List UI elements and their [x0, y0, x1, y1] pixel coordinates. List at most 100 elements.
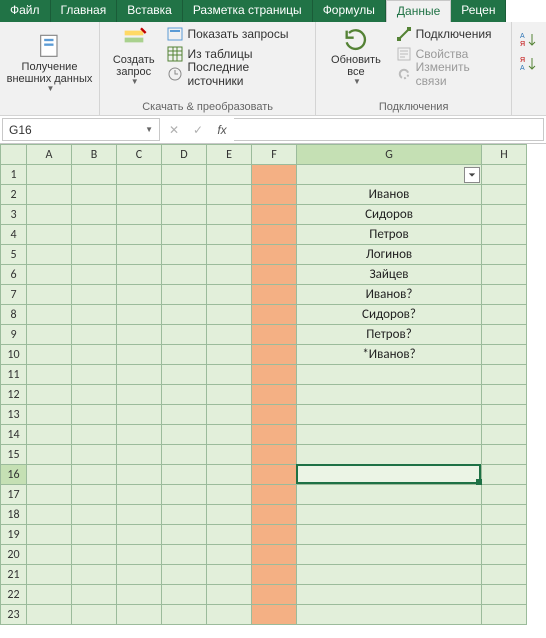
cell-F7[interactable]: [252, 285, 297, 305]
cell-H20[interactable]: [482, 545, 527, 565]
cell-D21[interactable]: [162, 565, 207, 585]
cell-G8[interactable]: Сидоров?: [297, 305, 482, 325]
row-header-13[interactable]: 13: [1, 405, 27, 425]
cell-F23[interactable]: [252, 605, 297, 625]
column-header-E[interactable]: E: [207, 145, 252, 165]
cell-E8[interactable]: [207, 305, 252, 325]
cell-E12[interactable]: [207, 385, 252, 405]
cell-F18[interactable]: [252, 505, 297, 525]
cell-G6[interactable]: Зайцев: [297, 265, 482, 285]
cell-B20[interactable]: [72, 545, 117, 565]
cell-H11[interactable]: [482, 365, 527, 385]
cell-E14[interactable]: [207, 425, 252, 445]
cell-G14[interactable]: [297, 425, 482, 445]
cell-E21[interactable]: [207, 565, 252, 585]
cell-C10[interactable]: [117, 345, 162, 365]
filter-dropdown-button[interactable]: [464, 167, 480, 183]
cell-E19[interactable]: [207, 525, 252, 545]
cell-E10[interactable]: [207, 345, 252, 365]
cell-D22[interactable]: [162, 585, 207, 605]
cell-A22[interactable]: [27, 585, 72, 605]
cell-F14[interactable]: [252, 425, 297, 445]
cell-D2[interactable]: [162, 185, 207, 205]
tab-page-layout[interactable]: Разметка страницы: [183, 0, 313, 22]
row-header-14[interactable]: 14: [1, 425, 27, 445]
cell-H22[interactable]: [482, 585, 527, 605]
sort-za-button[interactable]: ЯA: [520, 52, 538, 76]
cell-H8[interactable]: [482, 305, 527, 325]
cell-F19[interactable]: [252, 525, 297, 545]
cell-B12[interactable]: [72, 385, 117, 405]
row-header-12[interactable]: 12: [1, 385, 27, 405]
cell-E2[interactable]: [207, 185, 252, 205]
cell-B8[interactable]: [72, 305, 117, 325]
row-header-11[interactable]: 11: [1, 365, 27, 385]
row-header-19[interactable]: 19: [1, 525, 27, 545]
cell-C16[interactable]: [117, 465, 162, 485]
column-header-H[interactable]: H: [482, 145, 527, 165]
cell-D19[interactable]: [162, 525, 207, 545]
cell-G15[interactable]: [297, 445, 482, 465]
cell-F9[interactable]: [252, 325, 297, 345]
tab-file[interactable]: Файл: [0, 0, 51, 22]
cell-A10[interactable]: [27, 345, 72, 365]
cell-H10[interactable]: [482, 345, 527, 365]
cell-B23[interactable]: [72, 605, 117, 625]
cell-F8[interactable]: [252, 305, 297, 325]
cell-C21[interactable]: [117, 565, 162, 585]
cell-A8[interactable]: [27, 305, 72, 325]
cell-C14[interactable]: [117, 425, 162, 445]
cell-D23[interactable]: [162, 605, 207, 625]
tab-home[interactable]: Главная: [51, 0, 118, 22]
column-header-G[interactable]: G: [297, 145, 482, 165]
cell-G2[interactable]: Иванов: [297, 185, 482, 205]
cell-F15[interactable]: [252, 445, 297, 465]
row-header-10[interactable]: 10: [1, 345, 27, 365]
cell-B19[interactable]: [72, 525, 117, 545]
row-header-5[interactable]: 5: [1, 245, 27, 265]
cell-D4[interactable]: [162, 225, 207, 245]
cell-D11[interactable]: [162, 365, 207, 385]
cell-A6[interactable]: [27, 265, 72, 285]
cell-H14[interactable]: [482, 425, 527, 445]
cell-A7[interactable]: [27, 285, 72, 305]
cell-A1[interactable]: [27, 165, 72, 185]
cell-A3[interactable]: [27, 205, 72, 225]
cell-E1[interactable]: [207, 165, 252, 185]
cell-G16[interactable]: [297, 465, 482, 485]
row-header-2[interactable]: 2: [1, 185, 27, 205]
cell-A9[interactable]: [27, 325, 72, 345]
name-box[interactable]: G16 ▼: [2, 118, 160, 141]
cell-E13[interactable]: [207, 405, 252, 425]
cell-D14[interactable]: [162, 425, 207, 445]
cell-H6[interactable]: [482, 265, 527, 285]
cell-C6[interactable]: [117, 265, 162, 285]
cell-G4[interactable]: Петров: [297, 225, 482, 245]
cell-B22[interactable]: [72, 585, 117, 605]
cell-F12[interactable]: [252, 385, 297, 405]
cell-C20[interactable]: [117, 545, 162, 565]
row-header-16[interactable]: 16: [1, 465, 27, 485]
cell-G9[interactable]: Петров?: [297, 325, 482, 345]
cell-D1[interactable]: [162, 165, 207, 185]
new-query-button[interactable]: Создать запрос ▼: [104, 24, 163, 87]
cell-C23[interactable]: [117, 605, 162, 625]
cell-B18[interactable]: [72, 505, 117, 525]
cell-A17[interactable]: [27, 485, 72, 505]
column-header-B[interactable]: B: [72, 145, 117, 165]
cell-D13[interactable]: [162, 405, 207, 425]
cell-E20[interactable]: [207, 545, 252, 565]
worksheet-grid[interactable]: ABCDEFGH12Иванов3Сидоров4Петров5Логинов6…: [0, 144, 546, 625]
column-header-F[interactable]: F: [252, 145, 297, 165]
cell-H15[interactable]: [482, 445, 527, 465]
cell-E6[interactable]: [207, 265, 252, 285]
cell-H5[interactable]: [482, 245, 527, 265]
cell-D12[interactable]: [162, 385, 207, 405]
cell-E4[interactable]: [207, 225, 252, 245]
cell-F6[interactable]: [252, 265, 297, 285]
cell-B5[interactable]: [72, 245, 117, 265]
cell-G21[interactable]: [297, 565, 482, 585]
cell-B2[interactable]: [72, 185, 117, 205]
cell-B11[interactable]: [72, 365, 117, 385]
cell-A19[interactable]: [27, 525, 72, 545]
